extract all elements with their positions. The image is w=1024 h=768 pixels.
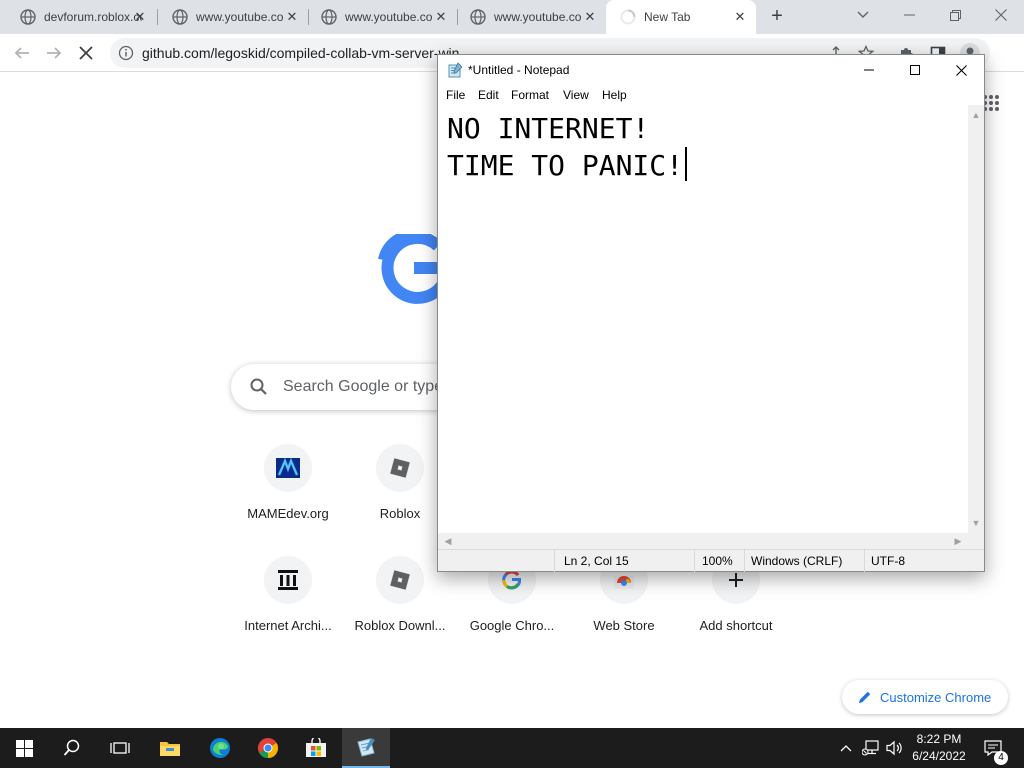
notepad-icon bbox=[447, 62, 463, 78]
scroll-left-icon[interactable]: ◀ bbox=[440, 533, 456, 549]
taskbar-clock[interactable]: 8:22 PM 6/24/2022 bbox=[905, 731, 973, 765]
file-explorer-icon[interactable] bbox=[146, 728, 194, 768]
scroll-up-icon[interactable]: ▲ bbox=[968, 107, 984, 123]
roblox-icon bbox=[376, 556, 424, 604]
desktop-screen: devforum.roblox.com ✕ www.youtube.com ✕ … bbox=[0, 0, 1024, 768]
scroll-right-icon[interactable]: ▶ bbox=[950, 533, 966, 549]
tab-title: New Tab bbox=[644, 10, 691, 24]
status-line-ending: Windows (CRLF) bbox=[751, 554, 843, 568]
menu-format[interactable]: Format bbox=[511, 88, 549, 102]
close-window-icon[interactable] bbox=[938, 55, 984, 85]
shortcut-label: Add shortcut bbox=[699, 618, 773, 633]
status-separator bbox=[554, 550, 555, 572]
tab-title: www.youtube.com bbox=[196, 10, 284, 24]
notepad-menubar: File Edit Format View Help bbox=[438, 85, 984, 105]
close-window-icon[interactable] bbox=[978, 0, 1024, 30]
pencil-icon bbox=[859, 691, 871, 703]
shortcut-label: Internet Archi... bbox=[244, 618, 332, 633]
shortcut-mamedev[interactable]: MAMEdev.org bbox=[232, 444, 344, 544]
tab-youtube-1[interactable]: www.youtube.com ✕ bbox=[158, 0, 308, 34]
loading-spinner-icon bbox=[620, 9, 636, 25]
task-view-icon[interactable] bbox=[96, 728, 144, 768]
clock-time: 8:22 PM bbox=[916, 732, 962, 746]
new-tab-button[interactable]: + bbox=[765, 5, 789, 29]
status-encoding: UTF-8 bbox=[871, 554, 905, 568]
internet-archive-icon bbox=[264, 556, 312, 604]
status-separator bbox=[694, 550, 695, 572]
network-icon[interactable] bbox=[860, 728, 882, 768]
close-icon[interactable]: ✕ bbox=[732, 9, 748, 25]
status-zoom: 100% bbox=[702, 554, 733, 568]
scrollbar-corner bbox=[968, 533, 984, 549]
tab-search-chevron-icon[interactable] bbox=[840, 0, 886, 30]
forward-arrow-icon[interactable] bbox=[40, 39, 68, 67]
shortcut-label: Web Store bbox=[593, 618, 655, 633]
minimize-icon[interactable] bbox=[886, 0, 932, 30]
status-separator bbox=[744, 550, 745, 572]
restore-icon[interactable] bbox=[932, 0, 978, 30]
notepad-titlebar[interactable]: *Untitled - Notepad bbox=[438, 55, 984, 85]
tray-chevron-up-icon[interactable] bbox=[836, 728, 856, 768]
globe-icon bbox=[20, 9, 36, 25]
tab-devforum[interactable]: devforum.roblox.com ✕ bbox=[6, 0, 156, 34]
notepad-status-bar: Ln 2, Col 15 100% Windows (CRLF) UTF-8 bbox=[438, 549, 984, 572]
status-separator bbox=[864, 550, 865, 572]
browser-tab-strip: devforum.roblox.com ✕ www.youtube.com ✕ … bbox=[0, 0, 1024, 34]
tab-title: devforum.roblox.com bbox=[44, 10, 142, 24]
notepad-text-area[interactable]: NO INTERNET! TIME TO PANIC! bbox=[438, 105, 968, 533]
scroll-down-icon[interactable]: ▼ bbox=[968, 515, 984, 531]
volume-icon[interactable] bbox=[884, 728, 906, 768]
tab-title: www.youtube.com bbox=[345, 10, 433, 24]
notepad-text: NO INTERNET! TIME TO PANIC! bbox=[447, 112, 684, 182]
back-arrow-icon[interactable] bbox=[8, 39, 36, 67]
globe-icon bbox=[470, 9, 486, 25]
shortcut-label: Roblox Downl... bbox=[354, 618, 446, 633]
tab-title: www.youtube.com bbox=[494, 10, 582, 24]
globe-icon bbox=[172, 9, 188, 25]
tab-youtube-2[interactable]: www.youtube.com ✕ bbox=[307, 0, 457, 34]
site-info-icon[interactable] bbox=[118, 45, 134, 61]
status-cursor-position: Ln 2, Col 15 bbox=[564, 554, 629, 568]
notepad-title: *Untitled - Notepad bbox=[468, 63, 570, 77]
close-icon[interactable]: ✕ bbox=[582, 9, 598, 25]
maximize-icon[interactable] bbox=[892, 55, 938, 85]
menu-file[interactable]: File bbox=[446, 88, 465, 102]
notepad-taskbar-icon[interactable] bbox=[342, 728, 390, 768]
tab-youtube-3[interactable]: www.youtube.com ✕ bbox=[456, 0, 606, 34]
customize-chrome-button[interactable]: Customize Chrome bbox=[842, 680, 1008, 714]
menu-help[interactable]: Help bbox=[602, 88, 627, 102]
search-icon bbox=[249, 377, 269, 397]
stop-loading-icon[interactable] bbox=[72, 39, 100, 67]
notepad-text-content: NO INTERNET! TIME TO PANIC! bbox=[447, 110, 687, 184]
address-text: github.com/legoskid/compiled-collab-vm-s… bbox=[142, 45, 472, 61]
search-icon[interactable] bbox=[48, 728, 96, 768]
close-icon[interactable]: ✕ bbox=[132, 9, 148, 25]
menu-view[interactable]: View bbox=[563, 88, 589, 102]
minimize-icon[interactable] bbox=[846, 55, 892, 85]
close-icon[interactable]: ✕ bbox=[284, 9, 300, 25]
chrome-icon[interactable] bbox=[244, 728, 292, 768]
roblox-icon bbox=[376, 444, 424, 492]
globe-icon bbox=[321, 9, 337, 25]
close-icon[interactable]: ✕ bbox=[433, 9, 449, 25]
customize-chrome-label: Customize Chrome bbox=[880, 689, 992, 705]
shortcut-internet-archive[interactable]: Internet Archi... bbox=[232, 556, 344, 656]
windows-start-icon[interactable] bbox=[0, 728, 48, 768]
notepad-window[interactable]: *Untitled - Notepad File Edit Format Vie… bbox=[437, 54, 985, 572]
shortcut-label: Google Chro... bbox=[469, 618, 555, 633]
text-cursor bbox=[685, 147, 687, 181]
clock-date: 6/24/2022 bbox=[912, 749, 966, 763]
menu-edit[interactable]: Edit bbox=[478, 88, 499, 102]
vertical-scrollbar[interactable]: ▲ ▼ bbox=[968, 105, 984, 533]
edge-icon[interactable] bbox=[196, 728, 244, 768]
notification-count-badge: 4 bbox=[994, 751, 1008, 765]
windows-taskbar: 8:22 PM 6/24/2022 4 bbox=[0, 728, 1024, 768]
shortcut-label: MAMEdev.org bbox=[247, 506, 329, 521]
mamedev-icon bbox=[264, 444, 312, 492]
horizontal-scrollbar[interactable]: ◀ ▶ bbox=[438, 533, 968, 549]
store-icon[interactable] bbox=[292, 728, 340, 768]
tab-new-tab[interactable]: New Tab ✕ bbox=[606, 0, 756, 34]
